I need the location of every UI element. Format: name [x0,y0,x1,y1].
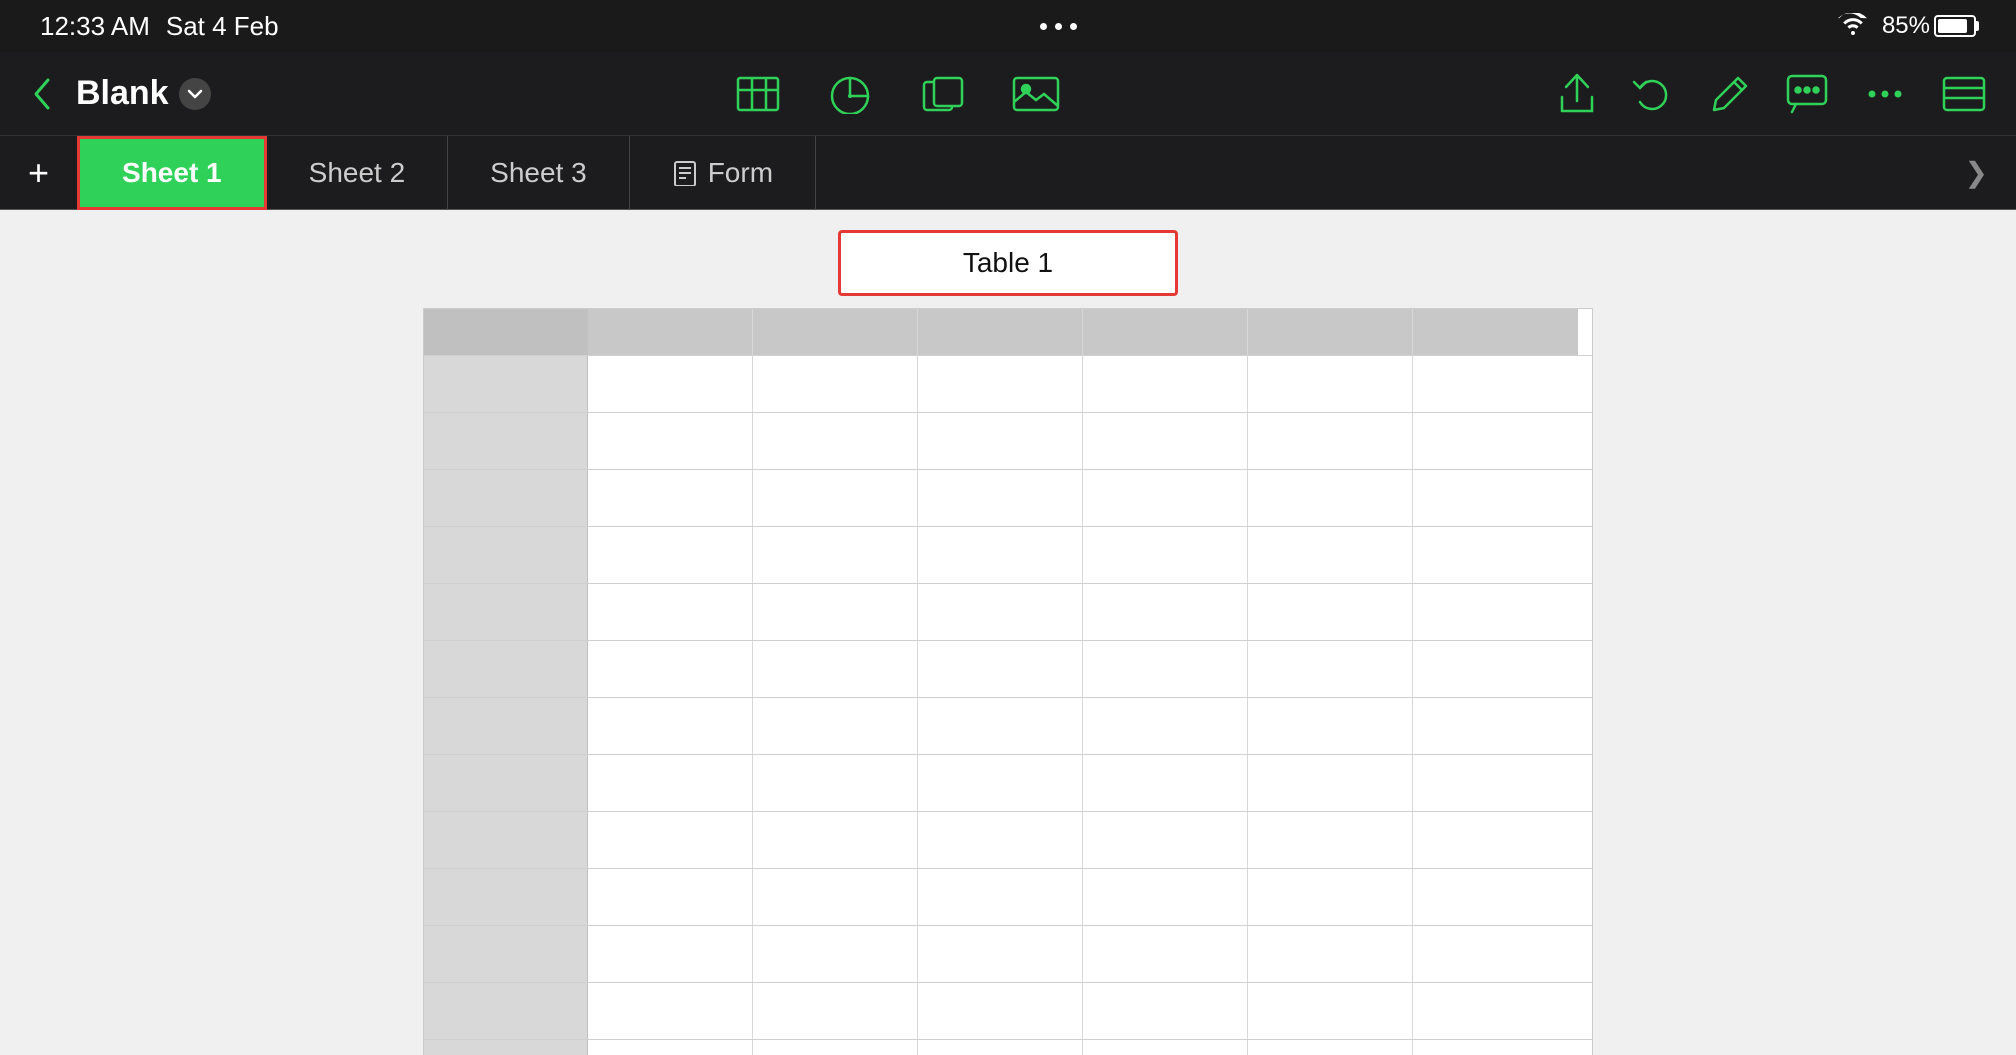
battery-box [1934,15,1976,37]
add-icon: + [28,152,49,194]
battery-fill [1938,19,1967,33]
more-options-icon[interactable] [1864,74,1906,114]
document-title[interactable]: Blank [76,74,211,113]
table-row [424,470,1592,527]
table-row [424,356,1592,413]
table-title-wrapper: Table 1 [20,230,1996,308]
row-header-2 [424,413,588,469]
cell-r1c4[interactable] [1083,356,1248,412]
header-col-b[interactable] [753,309,918,355]
toolbar-center-icons [290,74,1506,114]
cell-r1c6[interactable] [1413,356,1578,412]
table-row [424,983,1592,1040]
battery-indicator: 85% [1882,12,1976,40]
header-col-e[interactable] [1248,309,1413,355]
status-dots [1040,23,1077,30]
toolbar-left: Blank [30,72,290,116]
header-col-d[interactable] [1083,309,1248,355]
toolbar-right-icons [1506,73,1986,115]
cell-r1c1[interactable] [588,356,753,412]
tab-form[interactable]: Form [630,136,816,210]
table-row [424,584,1592,641]
sidebar-icon[interactable] [1942,74,1986,114]
table-row [424,641,1592,698]
insert-table-icon[interactable] [736,74,780,114]
add-sheet-button[interactable]: + [0,152,77,194]
sheet-tabs-bar: + Sheet 1 Sheet 2 Sheet 3 Form ❯ [0,136,2016,210]
share-icon[interactable] [1558,73,1596,115]
tab-sheet1[interactable]: Sheet 1 [77,136,267,210]
tab-sheet3-label: Sheet 3 [490,157,587,189]
table-container: Table 1 [20,230,1996,1055]
table-row [424,926,1592,983]
grid-header-row [424,309,1592,356]
tab-sheet2[interactable]: Sheet 2 [267,136,449,210]
header-col-a[interactable] [588,309,753,355]
table-row [424,698,1592,755]
header-row-corner [424,309,588,355]
insert-chart-icon[interactable] [828,74,872,114]
tab-sheet3[interactable]: Sheet 3 [448,136,630,210]
dot2 [1055,23,1062,30]
table-title[interactable]: Table 1 [838,230,1178,296]
header-col-c[interactable] [918,309,1083,355]
tab-sheet1-label: Sheet 1 [122,157,222,189]
battery-percent: 85% [1882,12,1930,40]
comment-icon[interactable] [1786,74,1828,114]
insert-media-icon[interactable] [1012,74,1060,114]
table-row [424,413,1592,470]
main-content-area: Table 1 [0,210,2016,1055]
cell-r1c2[interactable] [753,356,918,412]
table-row [424,755,1592,812]
dot3 [1070,23,1077,30]
status-bar: 12:33 AM Sat 4 Feb 85% [0,0,2016,52]
insert-shapes-icon[interactable] [920,74,964,114]
tab-sheet2-label: Sheet 2 [309,157,406,189]
tabs-scroll-right[interactable]: ❯ [1937,156,2016,189]
date-display: Sat 4 Feb [166,11,279,42]
main-toolbar: Blank [0,52,2016,136]
annotate-icon[interactable] [1710,74,1750,114]
table-row [424,869,1592,926]
cell-r1c5[interactable] [1248,356,1413,412]
form-icon [672,160,698,186]
dot1 [1040,23,1047,30]
undo-icon[interactable] [1632,74,1674,114]
table-row [424,812,1592,869]
tab-form-label: Form [708,157,773,189]
table-row [424,1040,1592,1055]
wifi-icon [1838,11,1868,42]
cell-r1c3[interactable] [918,356,1083,412]
header-col-f[interactable] [1413,309,1578,355]
time-display: 12:33 AM [40,11,150,42]
table-row [424,527,1592,584]
status-time-date: 12:33 AM Sat 4 Feb [40,11,279,42]
back-button[interactable] [30,72,58,116]
title-chevron[interactable] [179,78,211,110]
row-header-1 [424,356,588,412]
title-text: Blank [76,74,169,113]
status-right: 85% [1838,11,1976,42]
table-title-text: Table 1 [963,247,1053,278]
spreadsheet-grid[interactable] [423,308,1593,1055]
